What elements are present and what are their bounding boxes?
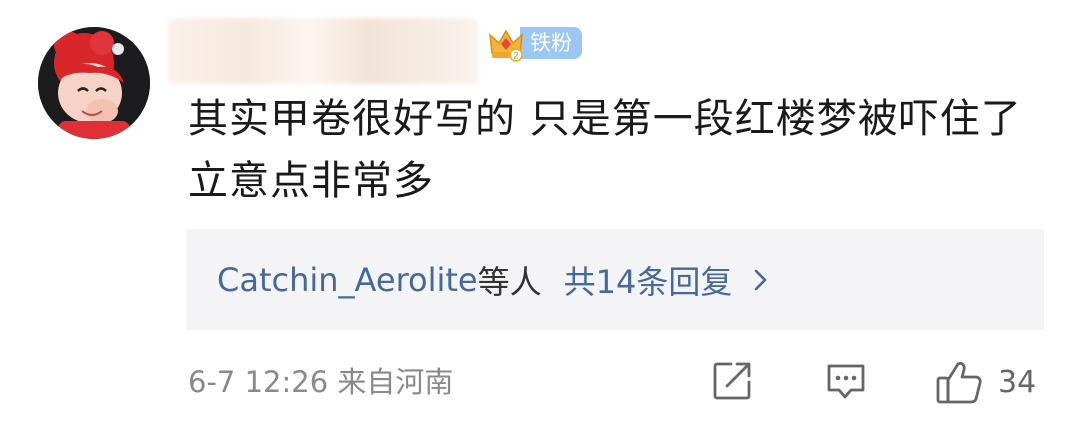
svg-text:2: 2 xyxy=(513,52,519,62)
thumbs-up-icon xyxy=(936,361,982,404)
comment-text: 其实甲卷很好写的 只是第一段红楼梦被吓住了 立意点非常多 xyxy=(188,96,1022,204)
like-button[interactable]: 34 xyxy=(934,358,1036,406)
reply-count-link[interactable]: 共14条回复 xyxy=(564,257,733,303)
avatar-image xyxy=(38,27,150,139)
comment-meta: 6-7 12:26 来自河南 xyxy=(188,365,454,399)
comment-icon xyxy=(827,364,865,399)
reply-user-link[interactable]: Catchin_Aerolite xyxy=(217,261,478,299)
comment-button[interactable] xyxy=(823,358,869,404)
share-icon xyxy=(713,362,751,400)
like-count: 34 xyxy=(998,364,1037,400)
crown-icon: 2 xyxy=(489,29,523,62)
replies-preview[interactable]: Catchin_Aerolite 等人 共14条回复 xyxy=(186,229,1044,330)
reply-suffix: 等人 xyxy=(477,262,542,301)
badge-label: 铁粉 xyxy=(520,27,582,59)
share-button[interactable] xyxy=(709,358,755,404)
chevron-right-icon xyxy=(755,269,767,290)
username-redacted[interactable] xyxy=(168,18,478,84)
avatar[interactable] xyxy=(38,27,150,139)
fan-badge[interactable]: 2 铁粉 xyxy=(486,24,582,62)
